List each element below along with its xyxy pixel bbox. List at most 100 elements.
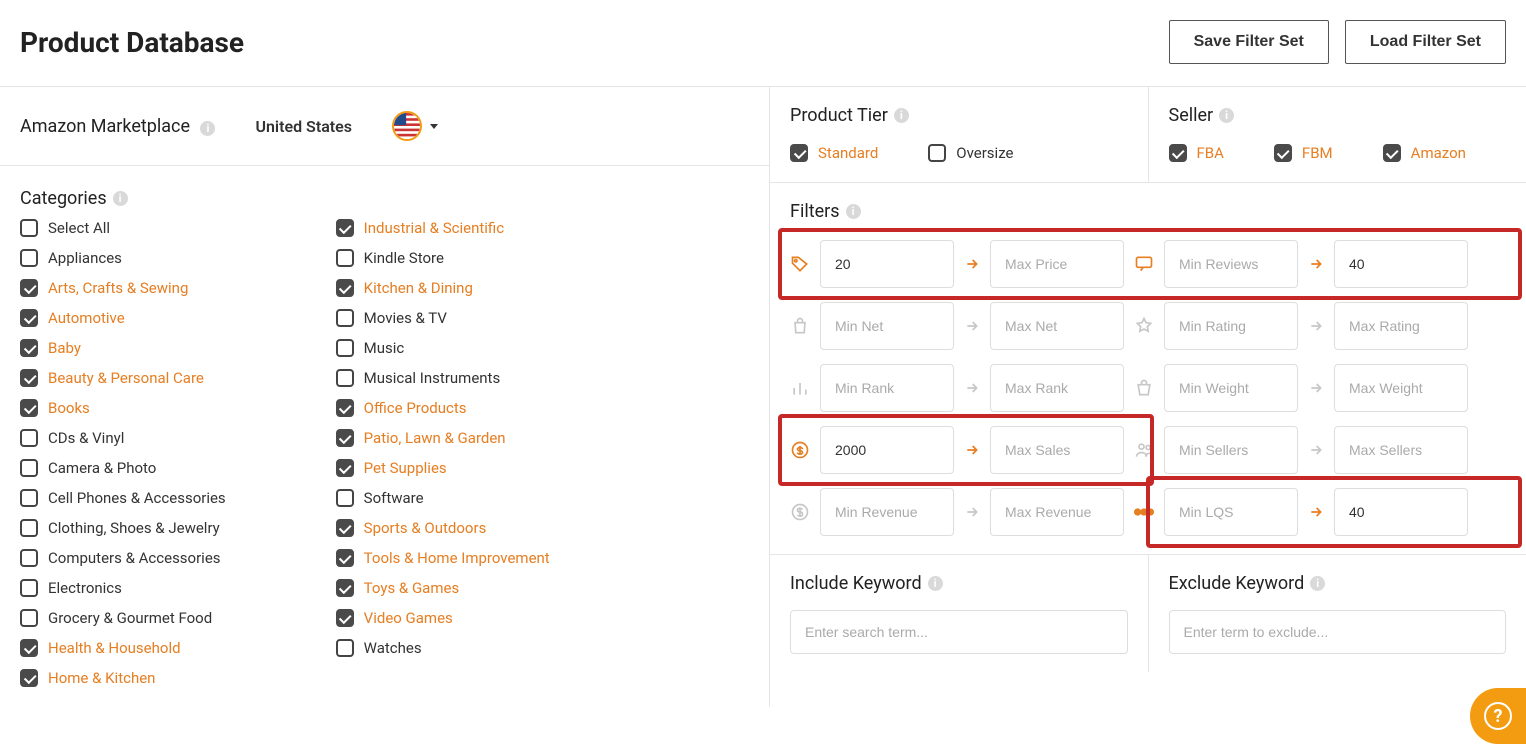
category-checkbox[interactable]: Camera & Photo xyxy=(20,459,226,477)
category-checkbox[interactable]: Watches xyxy=(336,639,550,657)
checkbox-label: Automotive xyxy=(48,309,125,327)
filter-min-input[interactable] xyxy=(1164,364,1298,412)
checkbox-icon xyxy=(20,639,38,657)
checkbox-icon xyxy=(20,549,38,567)
category-checkbox[interactable]: Kindle Store xyxy=(336,249,550,267)
category-checkbox[interactable]: Office Products xyxy=(336,399,550,417)
category-checkbox[interactable]: Kitchen & Dining xyxy=(336,279,550,297)
filter-min-input[interactable] xyxy=(1164,426,1298,474)
filter-min-input[interactable] xyxy=(820,240,954,288)
filter-row xyxy=(790,426,1506,474)
checkbox-label: Kitchen & Dining xyxy=(364,279,473,297)
country-selector[interactable] xyxy=(392,111,438,141)
category-checkbox[interactable]: Oversize xyxy=(928,144,1013,162)
category-checkbox[interactable]: Movies & TV xyxy=(336,309,550,327)
filter-min-input[interactable] xyxy=(820,426,954,474)
checkbox-icon xyxy=(20,219,38,237)
filter-min-input[interactable] xyxy=(1164,488,1298,536)
category-checkbox[interactable]: Books xyxy=(20,399,226,417)
chat-icon xyxy=(1134,254,1154,274)
category-checkbox[interactable]: Musical Instruments xyxy=(336,369,550,387)
filter-max-input[interactable] xyxy=(990,488,1124,536)
filter-max-input[interactable] xyxy=(990,240,1124,288)
checkbox-icon xyxy=(20,519,38,537)
info-icon[interactable]: i xyxy=(200,121,215,136)
filter-min-input[interactable] xyxy=(820,364,954,412)
info-icon[interactable]: i xyxy=(1219,108,1234,123)
category-checkbox[interactable]: Grocery & Gourmet Food xyxy=(20,609,226,627)
filter-min-input[interactable] xyxy=(820,488,954,536)
checkbox-icon xyxy=(1274,144,1292,162)
category-checkbox[interactable]: Health & Household xyxy=(20,639,226,657)
info-icon[interactable]: i xyxy=(846,204,861,219)
category-checkbox[interactable]: Baby xyxy=(20,339,226,357)
category-checkbox[interactable]: Beauty & Personal Care xyxy=(20,369,226,387)
checkbox-label: Music xyxy=(364,339,405,357)
category-checkbox[interactable]: Music xyxy=(336,339,550,357)
filter-min-input[interactable] xyxy=(820,302,954,350)
checkbox-icon xyxy=(20,489,38,507)
checkbox-icon xyxy=(336,579,354,597)
checkbox-icon xyxy=(20,369,38,387)
category-checkbox[interactable]: Industrial & Scientific xyxy=(336,219,550,237)
checkbox-label: FBM xyxy=(1302,144,1333,162)
checkbox-label: Health & Household xyxy=(48,639,181,657)
category-checkbox[interactable]: Pet Supplies xyxy=(336,459,550,477)
category-checkbox[interactable]: Video Games xyxy=(336,609,550,627)
checkbox-icon xyxy=(20,609,38,627)
save-filter-button[interactable]: Save Filter Set xyxy=(1169,20,1329,64)
info-icon[interactable]: i xyxy=(928,576,943,591)
filter-row xyxy=(790,364,1506,412)
arrow-right-icon xyxy=(1308,318,1324,334)
filter-min-input[interactable] xyxy=(1164,302,1298,350)
category-checkbox[interactable]: Software xyxy=(336,489,550,507)
category-checkbox[interactable]: FBM xyxy=(1274,144,1333,162)
checkbox-icon xyxy=(336,549,354,567)
checkbox-icon xyxy=(1169,144,1187,162)
category-checkbox[interactable]: CDs & Vinyl xyxy=(20,429,226,447)
checkbox-label: Books xyxy=(48,399,90,417)
checkbox-label: Camera & Photo xyxy=(48,459,156,477)
filter-max-input[interactable] xyxy=(990,364,1124,412)
info-icon[interactable]: i xyxy=(1310,576,1325,591)
category-checkbox[interactable]: Patio, Lawn & Garden xyxy=(336,429,550,447)
category-checkbox[interactable]: Toys & Games xyxy=(336,579,550,597)
filter-max-input[interactable] xyxy=(990,302,1124,350)
category-checkbox[interactable]: Appliances xyxy=(20,249,226,267)
marketplace-country: United States xyxy=(255,117,352,136)
checkbox-icon xyxy=(336,279,354,297)
arrow-right-icon xyxy=(964,318,980,334)
category-checkbox[interactable]: Electronics xyxy=(20,579,226,597)
category-checkbox[interactable]: FBA xyxy=(1169,144,1224,162)
category-checkbox[interactable]: Arts, Crafts & Sewing xyxy=(20,279,226,297)
include-keyword-input[interactable] xyxy=(790,610,1128,654)
bars-icon xyxy=(790,378,810,398)
category-checkbox[interactable]: Tools & Home Improvement xyxy=(336,549,550,567)
filter-max-input[interactable] xyxy=(990,426,1124,474)
info-icon[interactable]: i xyxy=(894,108,909,123)
flag-icon xyxy=(392,111,422,141)
load-filter-button[interactable]: Load Filter Set xyxy=(1345,20,1506,64)
category-checkbox[interactable]: Cell Phones & Accessories xyxy=(20,489,226,507)
filter-max-input[interactable] xyxy=(1334,364,1468,412)
exclude-keyword-input[interactable] xyxy=(1169,610,1507,654)
info-icon[interactable]: i xyxy=(113,191,128,206)
category-checkbox[interactable]: Automotive xyxy=(20,309,226,327)
category-checkbox[interactable]: Select All xyxy=(20,219,226,237)
checkbox-label: Software xyxy=(364,489,424,507)
filter-max-input[interactable] xyxy=(1334,240,1468,288)
help-button[interactable]: ? xyxy=(1470,688,1526,744)
checkbox-icon xyxy=(20,249,38,267)
checkbox-icon xyxy=(336,489,354,507)
category-checkbox[interactable]: Clothing, Shoes & Jewelry xyxy=(20,519,226,537)
filter-max-input[interactable] xyxy=(1334,426,1468,474)
category-checkbox[interactable]: Amazon xyxy=(1383,144,1466,162)
category-checkbox[interactable]: Computers & Accessories xyxy=(20,549,226,567)
filter-max-input[interactable] xyxy=(1334,302,1468,350)
filter-max-input[interactable] xyxy=(1334,488,1468,536)
filter-min-input[interactable] xyxy=(1164,240,1298,288)
category-checkbox[interactable]: Standard xyxy=(790,144,878,162)
category-checkbox[interactable]: Sports & Outdoors xyxy=(336,519,550,537)
checkbox-icon xyxy=(790,144,808,162)
category-checkbox[interactable]: Home & Kitchen xyxy=(20,669,226,687)
